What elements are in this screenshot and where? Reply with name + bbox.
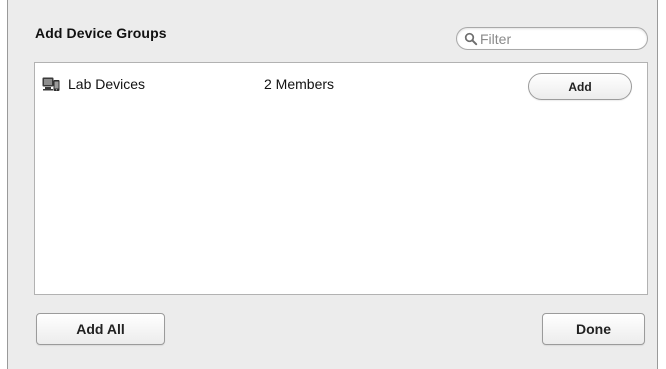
dialog-title: Add Device Groups	[35, 25, 167, 41]
done-button[interactable]: Done	[542, 313, 645, 345]
add-all-button[interactable]: Add All	[36, 313, 165, 345]
add-device-groups-dialog: Add Device Groups Lab	[7, 0, 658, 369]
magnifier-icon	[464, 32, 478, 46]
filter-input[interactable]	[480, 30, 630, 47]
group-member-count: 2 Members	[264, 76, 335, 92]
add-group-button[interactable]: Add	[528, 73, 632, 100]
device-group-icon	[42, 76, 60, 92]
list-item[interactable]: Lab Devices 2 Members Add	[35, 63, 647, 103]
group-name: Lab Devices	[68, 76, 146, 92]
filter-field[interactable]	[456, 27, 648, 50]
device-group-list[interactable]: Lab Devices 2 Members Add	[34, 62, 648, 295]
